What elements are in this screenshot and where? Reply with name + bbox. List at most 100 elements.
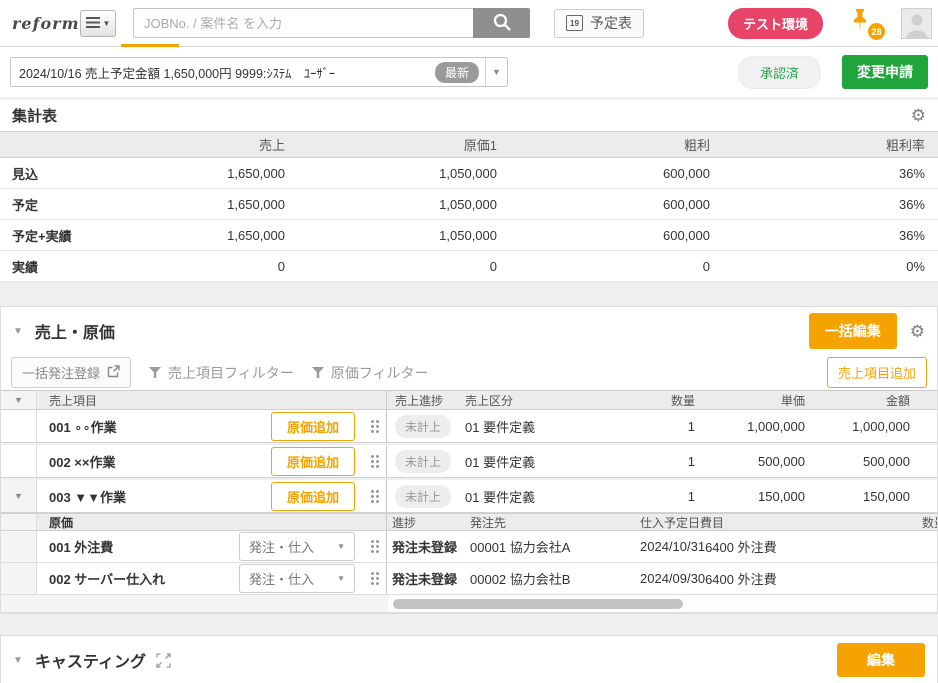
item-name: 003 ▼▼作業: [37, 487, 126, 506]
cell-unit-price: 150,000: [695, 489, 805, 504]
chevron-down-icon: ▼: [103, 19, 111, 28]
schedule-button[interactable]: 19 予定表: [554, 9, 644, 38]
cost-row: 002 サーバー仕入れ 発注・仕入 ▼ 発注未登録 00002 協力会社B 20…: [1, 563, 937, 595]
cell-amount: 1,000,000: [805, 419, 910, 434]
col-due-date: 仕入予定日: [640, 514, 700, 530]
summary-section: 集計表 ⚙ 売上 原価1 粗利 粗利率 見込 1,650,000 1,050,0…: [0, 100, 938, 282]
row-label: 予定+実績: [0, 226, 140, 245]
cell-unit-price: 1,000,000: [695, 419, 805, 434]
cell: 1,050,000: [285, 166, 497, 181]
add-cost-button[interactable]: 原価追加: [271, 447, 355, 476]
col-unit-price: 単価: [695, 392, 805, 409]
summary-title: 集計表: [12, 105, 57, 126]
add-sales-item-button[interactable]: 売上項目追加: [827, 357, 927, 388]
approved-badge: 承認済: [738, 56, 821, 89]
scrollbar-track[interactable]: [388, 595, 937, 612]
col-cost-qty: 数量: [922, 514, 937, 530]
cost-filter[interactable]: 原価フィルター: [312, 363, 429, 383]
pin-button[interactable]: 28: [851, 8, 877, 38]
collapse-row-icon[interactable]: ▼: [1, 480, 37, 512]
cell: 1,650,000: [140, 228, 285, 243]
avatar[interactable]: [901, 8, 932, 39]
order-purchase-select[interactable]: 発注・仕入 ▼: [239, 532, 355, 561]
add-cost-button[interactable]: 原価追加: [271, 482, 355, 511]
cell-qty: 1: [620, 489, 695, 504]
cell: 36%: [710, 197, 938, 212]
cell: 0: [497, 259, 710, 274]
cell: 1,050,000: [285, 228, 497, 243]
scrollbar-thumb[interactable]: [393, 599, 683, 609]
sales-cost-title: 売上・原価: [35, 319, 115, 343]
cell-division: 01 要件定義: [465, 417, 620, 436]
col-progress: 売上進捗: [387, 392, 465, 409]
sales-item-filter[interactable]: 売上項目フィルター: [149, 363, 294, 383]
filter-icon: [149, 365, 161, 381]
cell: 1,650,000: [140, 197, 285, 212]
revision-select[interactable]: 2024/10/16 売上予定金額 1,650,000円 9999:ｼｽﾃﾑ ﾕ…: [10, 57, 508, 87]
expand-icon[interactable]: [156, 653, 171, 668]
order-purchase-select[interactable]: 発注・仕入 ▼: [239, 564, 355, 593]
row-label: 実績: [0, 257, 140, 276]
kebab-menu-icon[interactable]: [371, 420, 379, 433]
bulk-edit-button[interactable]: 一括編集: [809, 313, 897, 349]
cost-status: 発注未登録: [387, 569, 470, 588]
sales-item-header-label: 売上項目: [37, 391, 387, 409]
cell-qty: 1: [620, 419, 695, 434]
cell-due-date: 2024/10/31: [640, 539, 705, 554]
collapse-icon[interactable]: ▼: [13, 326, 23, 337]
collapse-icon[interactable]: ▼: [13, 655, 23, 666]
row-label: 予定: [0, 195, 140, 214]
cost-name: 002 サーバー仕入れ: [37, 569, 165, 588]
change-request-button[interactable]: 変更申請: [842, 55, 928, 89]
order-purchase-label: 発注・仕入: [249, 537, 314, 556]
user-icon: [902, 27, 932, 39]
bulk-order-button[interactable]: 一括発注登録: [11, 357, 131, 388]
logo: reforma: [12, 14, 74, 33]
collapse-all-icon[interactable]: ▼: [1, 391, 37, 409]
pushpin-icon: [851, 22, 869, 37]
top-bar: reforma ▼ 19 予定表 テスト環境 28: [0, 0, 938, 47]
menu-button[interactable]: ▼: [80, 10, 116, 37]
notification-count-badge: 28: [868, 23, 885, 40]
item-name: 002 ××作業: [37, 452, 116, 471]
casting-section: ▼ キャスティング 編集: [0, 635, 938, 683]
table-row: 予定+実績 1,650,000 1,050,000 600,000 36%: [0, 220, 938, 251]
kebab-menu-icon[interactable]: [371, 572, 379, 585]
cell-supplier: 00002 協力会社B: [470, 569, 640, 588]
cell: 600,000: [497, 228, 710, 243]
filter-icon: [312, 365, 324, 381]
search-input[interactable]: [133, 8, 473, 38]
kebab-menu-icon[interactable]: [371, 540, 379, 553]
cell-amount: 500,000: [805, 454, 910, 469]
cell-unit-price: 500,000: [695, 454, 805, 469]
cell-due-date: 2024/09/30: [640, 571, 705, 586]
col-expense: 費目: [700, 514, 922, 530]
gear-icon[interactable]: ⚙: [910, 323, 925, 340]
cell-expense: 6400 外注費: [705, 569, 927, 588]
revision-selected-text: 2024/10/16 売上予定金額 1,650,000円 9999:ｼｽﾃﾑ ﾕ…: [11, 63, 435, 82]
table-row: 見込 1,650,000 1,050,000 600,000 36%: [0, 158, 938, 189]
col-amount: 金額: [805, 392, 910, 409]
search-button[interactable]: [473, 8, 530, 38]
casting-title: キャスティング: [35, 648, 146, 672]
cell: 0: [140, 259, 285, 274]
edit-button[interactable]: 編集: [837, 643, 925, 677]
add-cost-button[interactable]: 原価追加: [271, 412, 355, 441]
status-badge: 未計上: [395, 485, 451, 508]
col-qty: 数量: [620, 392, 695, 409]
item-name: 001 ∘∘作業: [37, 417, 117, 436]
cell: 600,000: [497, 166, 710, 181]
cell: 36%: [710, 166, 938, 181]
cell-qty: 1: [620, 454, 695, 469]
summary-col-cost: 原価1: [285, 135, 497, 154]
revision-bar: 2024/10/16 売上予定金額 1,650,000円 9999:ｼｽﾃﾑ ﾕ…: [0, 47, 938, 100]
environment-badge: テスト環境: [728, 8, 823, 39]
cell: 0: [285, 259, 497, 274]
sales-cost-section: ▼ 売上・原価 一括編集 ⚙ 一括発注登録 売上項目フィルター 原価フィルター …: [0, 306, 938, 614]
kebab-menu-icon[interactable]: [371, 490, 379, 503]
status-badge: 未計上: [395, 450, 451, 473]
gear-icon[interactable]: ⚙: [911, 107, 926, 124]
summary-header-row: 売上 原価1 粗利 粗利率: [0, 131, 938, 158]
kebab-menu-icon[interactable]: [371, 455, 379, 468]
cost-name: 001 外注費: [37, 537, 113, 556]
